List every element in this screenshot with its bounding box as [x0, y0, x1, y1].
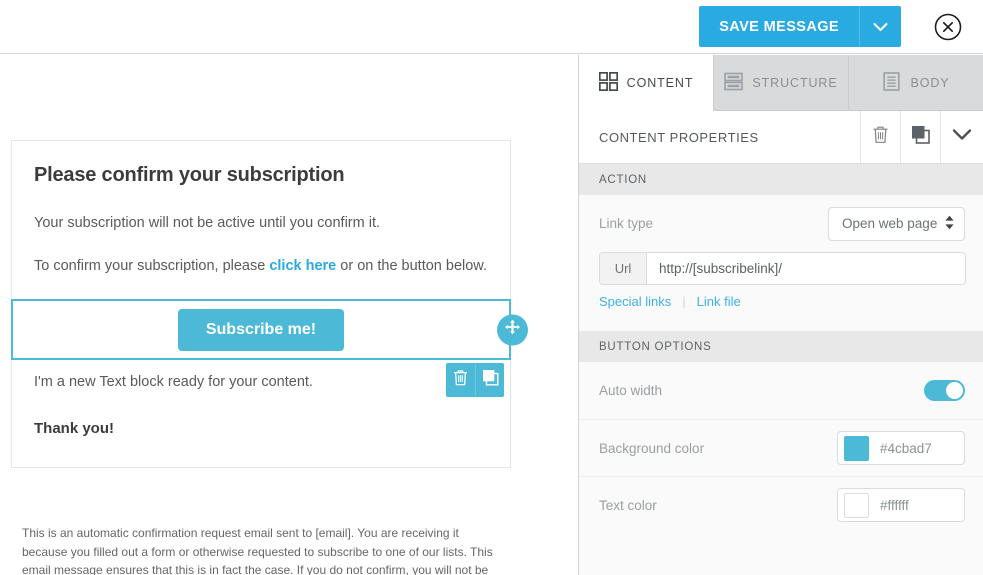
background-color-label: Background color: [599, 440, 705, 456]
properties-delete-button[interactable]: [860, 110, 900, 164]
move-arrows-icon: [504, 319, 521, 341]
text-block-content: I'm a new Text block ready for your cont…: [34, 374, 313, 391]
action-links-row: Special links | Link file: [579, 285, 983, 309]
text-block[interactable]: I'm a new Text block ready for your cont…: [12, 360, 510, 408]
grid-blocks-icon: [598, 71, 618, 94]
panel-tabs: CONTENT STRUCTURE BODY: [579, 55, 983, 111]
email-paragraph-2-before: To confirm your subscription, please: [34, 258, 270, 275]
content-properties-title: CONTENT PROPERTIES: [599, 129, 759, 145]
email-canvas[interactable]: Please confirm your subscription Your su…: [0, 55, 578, 575]
url-input[interactable]: [647, 253, 965, 284]
auto-width-row: Auto width: [579, 362, 983, 419]
link-type-value: Open web page: [842, 216, 938, 231]
delete-block-button[interactable]: [446, 363, 475, 397]
click-here-link[interactable]: click here: [269, 258, 336, 274]
section-header-action: ACTION: [579, 164, 983, 195]
text-color-label: Text color: [599, 497, 657, 513]
properties-panel: CONTENT STRUCTURE BODY CONTENT PROPERTIE…: [578, 55, 983, 575]
url-addon-label: Url: [600, 253, 647, 284]
auto-width-label: Auto width: [599, 383, 663, 398]
thank-you-heading: Thank you!: [34, 420, 115, 438]
tab-content[interactable]: CONTENT: [579, 55, 713, 111]
text-color-row: Text color #ffffff: [579, 476, 983, 533]
copy-icon: [482, 369, 499, 391]
section-header-button-options: BUTTON OPTIONS: [579, 331, 983, 362]
link-type-select[interactable]: Open web page: [828, 206, 965, 241]
updown-arrows-icon: [944, 215, 955, 233]
selected-button-block[interactable]: Subscribe me!: [11, 299, 528, 361]
duplicate-block-button[interactable]: [475, 363, 504, 398]
save-message-group: SAVE MESSAGE: [699, 6, 901, 47]
chevron-down-icon: [952, 128, 972, 146]
trash-icon: [453, 369, 468, 391]
email-paragraph-2-after: or on the button below.: [336, 258, 487, 275]
save-options-dropdown-button[interactable]: [859, 6, 901, 47]
background-color-swatch[interactable]: [844, 435, 869, 461]
tab-structure-label: STRUCTURE: [752, 75, 838, 90]
rows-layout-icon: [724, 72, 744, 94]
background-color-row: Background color #4cbad7: [579, 419, 983, 476]
link-type-row: Link type Open web page: [579, 195, 983, 252]
text-color-swatch[interactable]: [844, 492, 869, 518]
background-color-value: #4cbad7: [880, 440, 932, 456]
subscribe-button[interactable]: Subscribe me!: [177, 308, 345, 351]
special-links-link[interactable]: Special links: [599, 294, 671, 309]
top-toolbar: SAVE MESSAGE: [0, 0, 983, 54]
trash-icon: [872, 125, 889, 149]
tab-body[interactable]: BODY: [848, 55, 983, 111]
properties-collapse-button[interactable]: [940, 110, 983, 164]
auto-width-toggle[interactable]: [924, 380, 965, 401]
content-properties-header: CONTENT PROPERTIES: [579, 110, 983, 164]
chevron-down-icon: [873, 22, 888, 32]
url-row: Url: [579, 252, 983, 285]
email-paragraph-2: To confirm your subscription, please cli…: [34, 256, 488, 277]
tab-body-label: BODY: [910, 75, 950, 90]
background-color-picker[interactable]: #4cbad7: [837, 431, 965, 465]
save-message-button[interactable]: SAVE MESSAGE: [699, 6, 859, 47]
email-paragraph-1: Your subscription will not be active unt…: [34, 215, 381, 231]
block-drag-handle[interactable]: [497, 314, 528, 346]
properties-duplicate-button[interactable]: [900, 110, 940, 164]
thank-you-block[interactable]: Thank you!: [12, 408, 510, 467]
link-file-link[interactable]: Link file: [697, 294, 741, 309]
email-intro-block[interactable]: Please confirm your subscription Your su…: [12, 141, 510, 277]
url-input-group: Url: [599, 252, 966, 285]
text-color-picker[interactable]: #ffffff: [837, 488, 965, 522]
tab-structure[interactable]: STRUCTURE: [713, 55, 848, 111]
email-heading: Please confirm your subscription: [34, 164, 345, 186]
tab-content-label: CONTENT: [626, 75, 694, 90]
email-card: Please confirm your subscription Your su…: [11, 140, 528, 469]
close-circle-icon: [934, 13, 962, 45]
email-builder-app: SAVE MESSAGE Please confirm your subscri…: [0, 0, 983, 575]
text-color-value: #ffffff: [880, 497, 909, 513]
toggle-knob: [946, 382, 963, 399]
close-editor-button[interactable]: [934, 13, 962, 41]
text-block-toolbar: [446, 363, 504, 398]
link-type-label: Link type: [599, 216, 654, 231]
copy-icon: [911, 125, 930, 149]
document-icon: [882, 71, 901, 94]
email-footer-text: This is an automatic confirmation reques…: [22, 526, 493, 575]
link-separator: |: [682, 294, 686, 309]
